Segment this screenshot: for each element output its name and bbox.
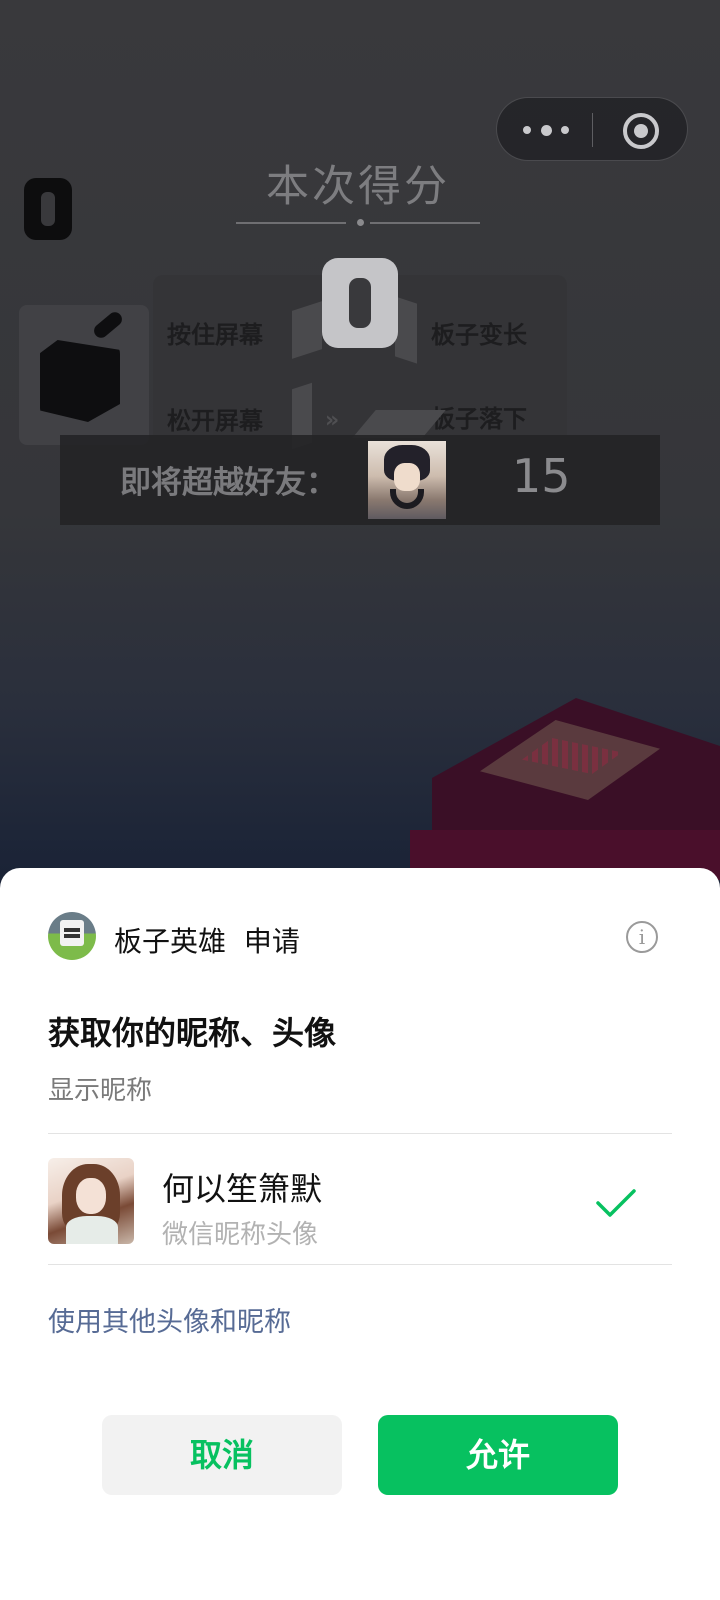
request-word: 申请 xyxy=(243,925,300,958)
friend-overtake-label: 即将超越好友： xyxy=(120,465,337,501)
game-canvas[interactable]: 本次得分 按住屏幕 板子变长 松开屏幕 板子落下 » 即将超越好友： 15 xyxy=(0,0,720,880)
authorization-sheet: 板子英雄 申请 i 获取你的昵称、头像 显示昵称 何以笙箫默 微信昵称头像 使用… xyxy=(0,868,720,1600)
allow-button[interactable]: 允许 xyxy=(378,1415,618,1495)
hero-character-icon xyxy=(40,340,120,422)
close-target-icon[interactable] xyxy=(623,113,659,149)
current-score-digit xyxy=(322,258,398,348)
miniprogram-capsule xyxy=(496,97,688,161)
divider xyxy=(48,1264,672,1265)
tutorial-release-label: 松开屏幕 xyxy=(167,407,263,435)
small-score-digit xyxy=(24,178,72,240)
friend-score: 15 xyxy=(512,449,571,503)
score-divider-left xyxy=(236,222,346,224)
user-subtitle: 微信昵称头像 xyxy=(162,1220,319,1250)
cancel-button[interactable]: 取消 xyxy=(102,1415,342,1495)
plank-shape xyxy=(292,301,322,359)
user-nickname: 何以笙箫默 xyxy=(162,1170,323,1208)
info-icon[interactable]: i xyxy=(626,921,658,953)
sheet-description: 显示昵称 xyxy=(48,1076,153,1106)
use-other-profile-link[interactable]: 使用其他头像和昵称 xyxy=(48,1300,291,1339)
app-icon xyxy=(48,912,96,960)
plank-grown-shape xyxy=(395,296,417,364)
sheet-title: 获取你的昵称、头像 xyxy=(48,1014,337,1052)
divider xyxy=(48,1133,672,1134)
capsule-divider xyxy=(592,113,593,147)
friend-avatar xyxy=(368,441,446,519)
check-icon xyxy=(596,1189,636,1217)
score-divider-dot xyxy=(357,219,364,226)
score-divider-right xyxy=(370,222,480,224)
forward-arrows-icon: » xyxy=(325,408,340,433)
tutorial-grow-label: 板子变长 xyxy=(431,321,527,349)
app-request-header: 板子英雄 申请 xyxy=(114,920,300,960)
score-title: 本次得分 xyxy=(266,162,450,212)
user-avatar xyxy=(48,1158,134,1244)
friend-overtake-bar: 即将超越好友： 15 xyxy=(60,435,660,525)
more-dots-icon[interactable] xyxy=(523,117,569,143)
app-name: 板子英雄 xyxy=(114,925,227,958)
tutorial-press-label: 按住屏幕 xyxy=(167,321,263,349)
tutorial-drop-label: 板子落下 xyxy=(431,405,527,433)
